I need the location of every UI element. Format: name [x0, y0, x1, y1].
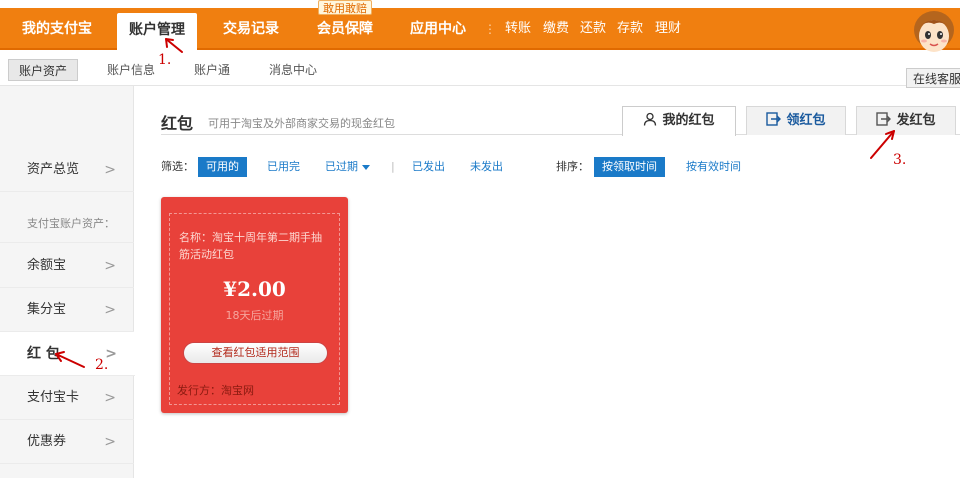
- annotation-arrows: [55, 38, 895, 368]
- annotation-label-2: 2.: [95, 357, 109, 373]
- annotation-label-3: 3.: [893, 152, 907, 168]
- annotation-arrow-3: [870, 130, 895, 159]
- annotation-arrow-1: [165, 38, 183, 53]
- annotation-label-1: 1.: [158, 52, 172, 68]
